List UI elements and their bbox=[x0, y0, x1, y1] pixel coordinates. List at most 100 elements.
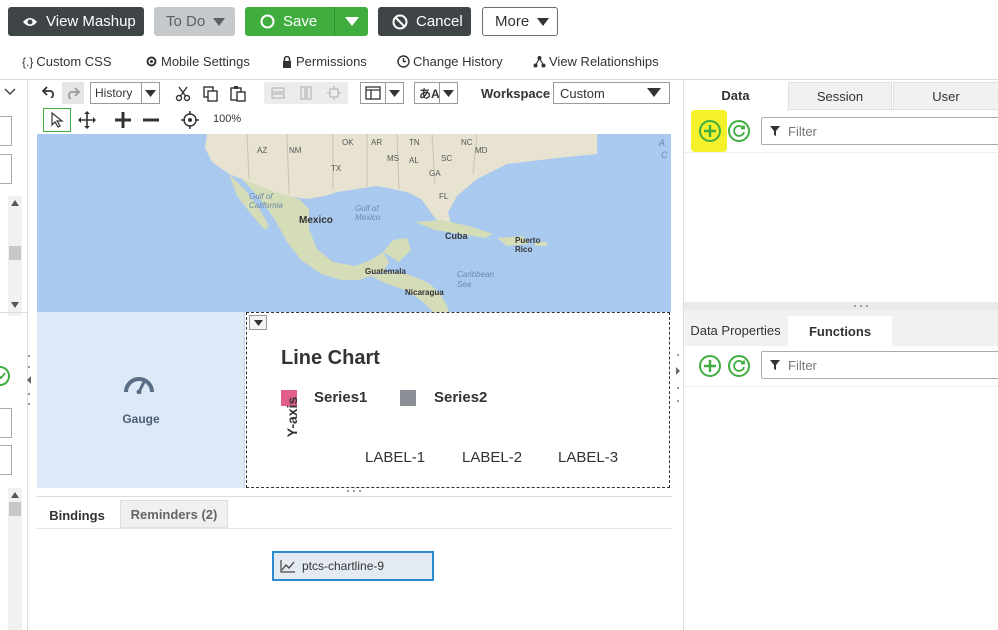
lock-icon bbox=[282, 55, 292, 68]
align-vertical-icon[interactable] bbox=[299, 86, 313, 100]
legend-series2-label: Series2 bbox=[434, 389, 488, 406]
chevron-down-icon bbox=[141, 83, 159, 103]
workspace-select[interactable]: Custom bbox=[553, 82, 670, 104]
binding-chip[interactable]: ptcs-chartline-9 bbox=[272, 551, 434, 581]
crosshair-icon[interactable] bbox=[181, 111, 199, 129]
tab-bindings[interactable]: Bindings bbox=[36, 500, 118, 530]
map-widget[interactable]: OK AR TN NC SC MD AZ NM MS AL GA TX FL G… bbox=[37, 134, 671, 312]
view-mashup-button[interactable]: View Mashup bbox=[8, 7, 144, 36]
sitemap-icon bbox=[533, 55, 546, 68]
tab-functions[interactable]: Functions bbox=[788, 316, 892, 346]
tab-user-label: User bbox=[932, 88, 960, 104]
scroll-down-icon[interactable] bbox=[11, 302, 19, 308]
right-panel: Data Session User Filter Data Properties… bbox=[683, 80, 998, 630]
add-data-button[interactable] bbox=[699, 120, 721, 142]
map-label: MS bbox=[387, 154, 399, 163]
zoom-out-icon[interactable] bbox=[142, 111, 160, 129]
map-label: Puerto Rico bbox=[515, 236, 541, 254]
custom-css-link[interactable]: {.} Custom CSS bbox=[22, 54, 112, 69]
tab-data[interactable]: Data bbox=[684, 80, 787, 110]
map-label: Gulf of Mexico bbox=[355, 204, 381, 222]
bottom-panel: Bindings Reminders (2) ptcs-chartline-9 bbox=[36, 496, 672, 630]
canvas-toolbar: History あA Workspace Custom 100% bbox=[36, 80, 672, 134]
tab-functions-label: Functions bbox=[808, 323, 872, 339]
view-relationships-link[interactable]: View Relationships bbox=[533, 54, 659, 69]
chart-title: Line Chart bbox=[281, 347, 380, 369]
legend-series1-label: Series1 bbox=[314, 389, 368, 406]
gauge-widget[interactable]: Gauge bbox=[37, 312, 245, 488]
data-filter-input[interactable]: Filter bbox=[761, 117, 998, 145]
redo-icon[interactable] bbox=[62, 82, 84, 104]
mobile-settings-link[interactable]: Mobile Settings bbox=[145, 54, 250, 69]
move-icon[interactable] bbox=[78, 111, 96, 129]
paste-icon[interactable] bbox=[230, 85, 247, 102]
custom-css-label: Custom CSS bbox=[36, 54, 112, 69]
panel-splitter[interactable] bbox=[684, 302, 998, 310]
functions-filter-input[interactable]: Filter bbox=[761, 351, 998, 379]
permissions-link[interactable]: Permissions bbox=[282, 54, 367, 69]
tab-user[interactable]: User bbox=[893, 82, 998, 110]
cut-icon[interactable] bbox=[175, 86, 191, 102]
align-center-icon[interactable] bbox=[327, 86, 341, 100]
left-scrollbar[interactable] bbox=[8, 196, 22, 316]
scroll-up-icon[interactable] bbox=[11, 200, 19, 206]
layout-icon bbox=[365, 86, 381, 100]
chevron-down-icon[interactable] bbox=[4, 88, 16, 96]
refresh-functions-button[interactable] bbox=[728, 355, 750, 377]
align-horizontal-icon[interactable] bbox=[271, 86, 285, 100]
map-edge-label: C bbox=[661, 150, 668, 160]
save-label: Save bbox=[283, 13, 318, 30]
scroll-up-icon[interactable] bbox=[11, 492, 19, 498]
tabs-underline bbox=[787, 109, 998, 110]
map-label: MD bbox=[475, 146, 488, 155]
map-label: AL bbox=[409, 156, 419, 165]
change-history-link[interactable]: Change History bbox=[397, 54, 503, 69]
right-resize-handle[interactable] bbox=[674, 354, 682, 402]
left-resize-handle[interactable] bbox=[26, 355, 32, 405]
history-select[interactable]: History bbox=[90, 82, 160, 104]
gear-icon bbox=[145, 55, 158, 68]
scroll-thumb[interactable] bbox=[9, 246, 21, 260]
tab-session[interactable]: Session bbox=[788, 82, 892, 110]
canvas-resize-handle[interactable] bbox=[347, 490, 361, 494]
scroll-thumb[interactable] bbox=[9, 502, 21, 516]
select-tool-icon[interactable] bbox=[43, 108, 71, 132]
x-tick-label: LABEL-2 bbox=[462, 449, 523, 466]
copy-icon[interactable] bbox=[203, 86, 219, 102]
y-axis-label: Y-axis bbox=[284, 396, 300, 438]
map-label: Gulf of California bbox=[249, 192, 283, 210]
permissions-label: Permissions bbox=[296, 54, 367, 69]
translate-select[interactable]: あA bbox=[414, 82, 458, 104]
widget-menu-button[interactable] bbox=[249, 315, 267, 330]
zoom-in-icon[interactable] bbox=[114, 111, 132, 129]
add-function-button[interactable] bbox=[699, 355, 721, 377]
save-dropdown-icon[interactable] bbox=[334, 7, 368, 36]
map-label: TN bbox=[409, 138, 420, 147]
left-field-4[interactable] bbox=[0, 445, 12, 475]
refresh-data-button[interactable] bbox=[728, 120, 750, 142]
left-field-1[interactable] bbox=[0, 116, 12, 146]
translate-icon: あA bbox=[419, 86, 440, 101]
left-divider bbox=[0, 312, 28, 313]
map-label: Cuba bbox=[445, 231, 468, 241]
gauge-label: Gauge bbox=[122, 412, 160, 426]
left-field-2[interactable] bbox=[0, 154, 12, 184]
save-button[interactable]: Save bbox=[245, 7, 368, 36]
map-label: NM bbox=[289, 146, 302, 155]
left-panel bbox=[0, 80, 31, 630]
functions-list-divider bbox=[684, 386, 998, 387]
tab-reminders[interactable]: Reminders (2) bbox=[120, 500, 228, 528]
tab-data-properties[interactable]: Data Properties bbox=[684, 316, 787, 344]
todo-button[interactable]: To Do bbox=[154, 7, 235, 36]
left-field-3[interactable] bbox=[0, 408, 12, 438]
layout-select[interactable] bbox=[360, 82, 404, 104]
cancel-button[interactable]: Cancel bbox=[378, 7, 471, 36]
align-group bbox=[264, 82, 348, 104]
undo-icon[interactable] bbox=[42, 86, 56, 98]
line-chart-widget[interactable]: Line Chart Series1 Series2 Y-axis LABEL-… bbox=[246, 312, 670, 488]
more-button[interactable]: More bbox=[482, 7, 558, 36]
left-add-icon[interactable] bbox=[0, 366, 10, 386]
tab-reminders-label: Reminders (2) bbox=[130, 506, 218, 522]
workspace-label: Workspace bbox=[481, 86, 551, 101]
left-scrollbar-2[interactable] bbox=[8, 488, 22, 630]
